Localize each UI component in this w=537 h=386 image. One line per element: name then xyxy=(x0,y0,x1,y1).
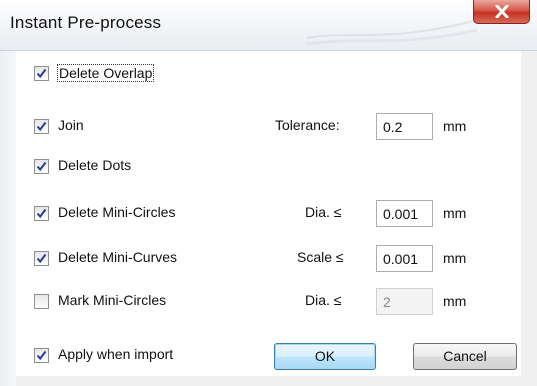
delete-dots-checkbox[interactable] xyxy=(34,159,49,174)
check-icon xyxy=(36,68,47,79)
delete-overlap-checkbox[interactable] xyxy=(34,66,49,81)
close-icon xyxy=(495,5,509,18)
check-icon xyxy=(36,161,47,172)
delete-mini-curves-label: Delete Mini-Curves xyxy=(58,249,178,265)
delete-mini-circles-checkbox[interactable] xyxy=(34,206,49,221)
join-checkbox[interactable] xyxy=(34,119,49,134)
tolerance-label: Tolerance: xyxy=(275,117,340,133)
join-label: Join xyxy=(58,117,84,133)
check-icon xyxy=(36,208,47,219)
curves-scale-label: Scale ≤ xyxy=(297,249,344,265)
title-bar: Instant Pre-process xyxy=(0,0,537,51)
delete-mini-circles-label: Delete Mini-Circles xyxy=(58,204,176,220)
tolerance-input[interactable] xyxy=(376,113,433,140)
curves-scale-input[interactable] xyxy=(376,245,433,272)
instant-preprocess-dialog: Instant Pre-process Delete Overlap Join … xyxy=(0,0,537,386)
mark-dia-input[interactable] xyxy=(376,288,433,315)
apply-when-import-checkbox[interactable] xyxy=(34,348,49,363)
delete-mini-curves-checkbox[interactable] xyxy=(34,251,49,266)
circles-dia-unit: mm xyxy=(443,205,467,221)
mark-mini-circles-label: Mark Mini-Circles xyxy=(58,292,167,308)
curves-scale-unit: mm xyxy=(443,250,467,266)
circles-dia-label: Dia. ≤ xyxy=(305,204,342,220)
delete-overlap-label: Delete Overlap xyxy=(57,64,155,82)
ok-button[interactable]: OK xyxy=(274,343,376,370)
check-icon xyxy=(36,121,47,132)
mark-mini-circles-checkbox[interactable] xyxy=(34,294,49,309)
mark-dia-label: Dia. ≤ xyxy=(305,292,342,308)
dialog-title: Instant Pre-process xyxy=(10,13,162,32)
mark-dia-unit: mm xyxy=(443,293,467,309)
delete-dots-label: Delete Dots xyxy=(58,157,132,173)
circles-dia-input[interactable] xyxy=(376,200,433,227)
left-border xyxy=(0,51,16,386)
check-icon xyxy=(36,253,47,264)
check-icon xyxy=(36,350,47,361)
close-button[interactable] xyxy=(473,0,530,24)
cancel-button[interactable]: Cancel xyxy=(413,343,517,370)
tolerance-unit: mm xyxy=(443,118,467,134)
title-bar-decoration xyxy=(307,19,477,46)
apply-when-import-label: Apply when import xyxy=(58,346,174,362)
